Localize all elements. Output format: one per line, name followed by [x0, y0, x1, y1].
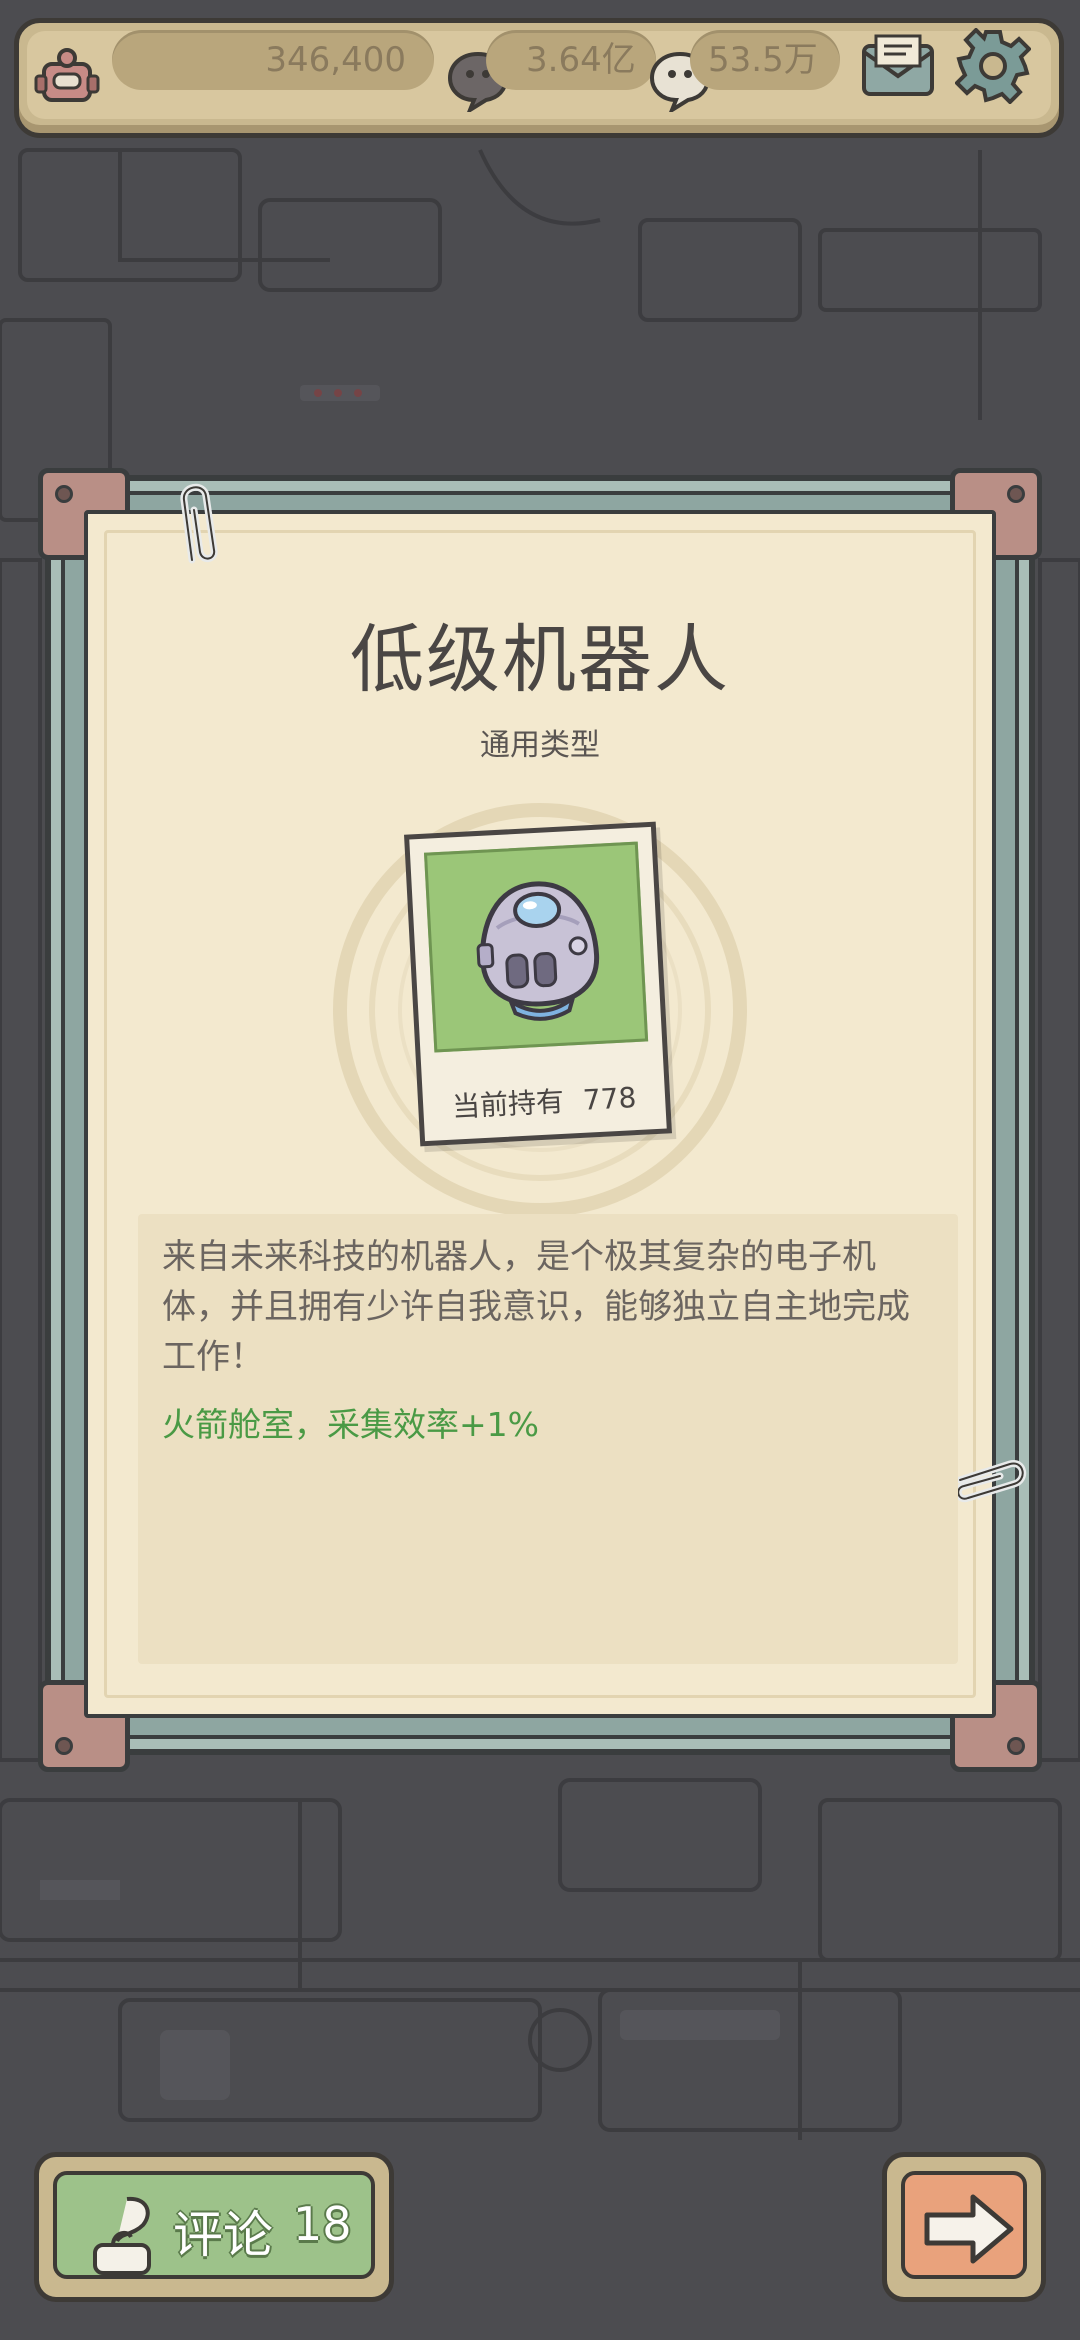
quill-icon — [93, 2196, 151, 2275]
item-card[interactable]: 当前持有 778 — [404, 821, 672, 1147]
comment-button-face: 评论 18 — [53, 2171, 375, 2279]
paper-clip-side-icon — [954, 1460, 1027, 1503]
item-description: 来自未来科技的机器人，是个极其复杂的电子机体，并且拥有少许自我意识，能够独立自主… — [162, 1237, 910, 1377]
robot-icon[interactable] — [34, 44, 100, 110]
item-effect: 火箭舱室，采集效率+1% — [162, 1405, 540, 1444]
held-count: 778 — [582, 1081, 638, 1117]
item-photo — [423, 841, 649, 1053]
robot-capsule-icon — [476, 881, 600, 1021]
gear-icon[interactable] — [955, 28, 1031, 104]
resource-value: 346,400 — [265, 40, 406, 80]
comment-count: 18 — [293, 2197, 352, 2251]
currency-2-pill: 53.5万 — [690, 30, 840, 90]
next-button[interactable] — [882, 2152, 1046, 2302]
currency-1-pill: 3.64亿 — [486, 30, 656, 90]
comment-label: 评论 — [173, 2206, 273, 2264]
resource-pill: 346,400 — [112, 30, 434, 90]
held-count-caption: 当前持有 778 — [422, 1075, 666, 1128]
comment-button[interactable]: 评论 18 — [34, 2152, 394, 2302]
game-screen: 346,400 3.64亿 53.5万 低级机器人 通用类型 当前持有 778 … — [0, 0, 1080, 2340]
mail-icon[interactable] — [860, 32, 936, 98]
paper-clip-icon — [180, 483, 218, 564]
currency-1-value: 3.64亿 — [526, 40, 636, 80]
next-button-face — [901, 2171, 1027, 2279]
card-title: 低级机器人 — [350, 617, 730, 703]
card-subtitle: 通用类型 — [480, 728, 600, 763]
currency-2-value: 53.5万 — [708, 40, 818, 80]
held-label: 当前持有 — [451, 1084, 565, 1124]
arrow-right-icon — [924, 2194, 1014, 2264]
